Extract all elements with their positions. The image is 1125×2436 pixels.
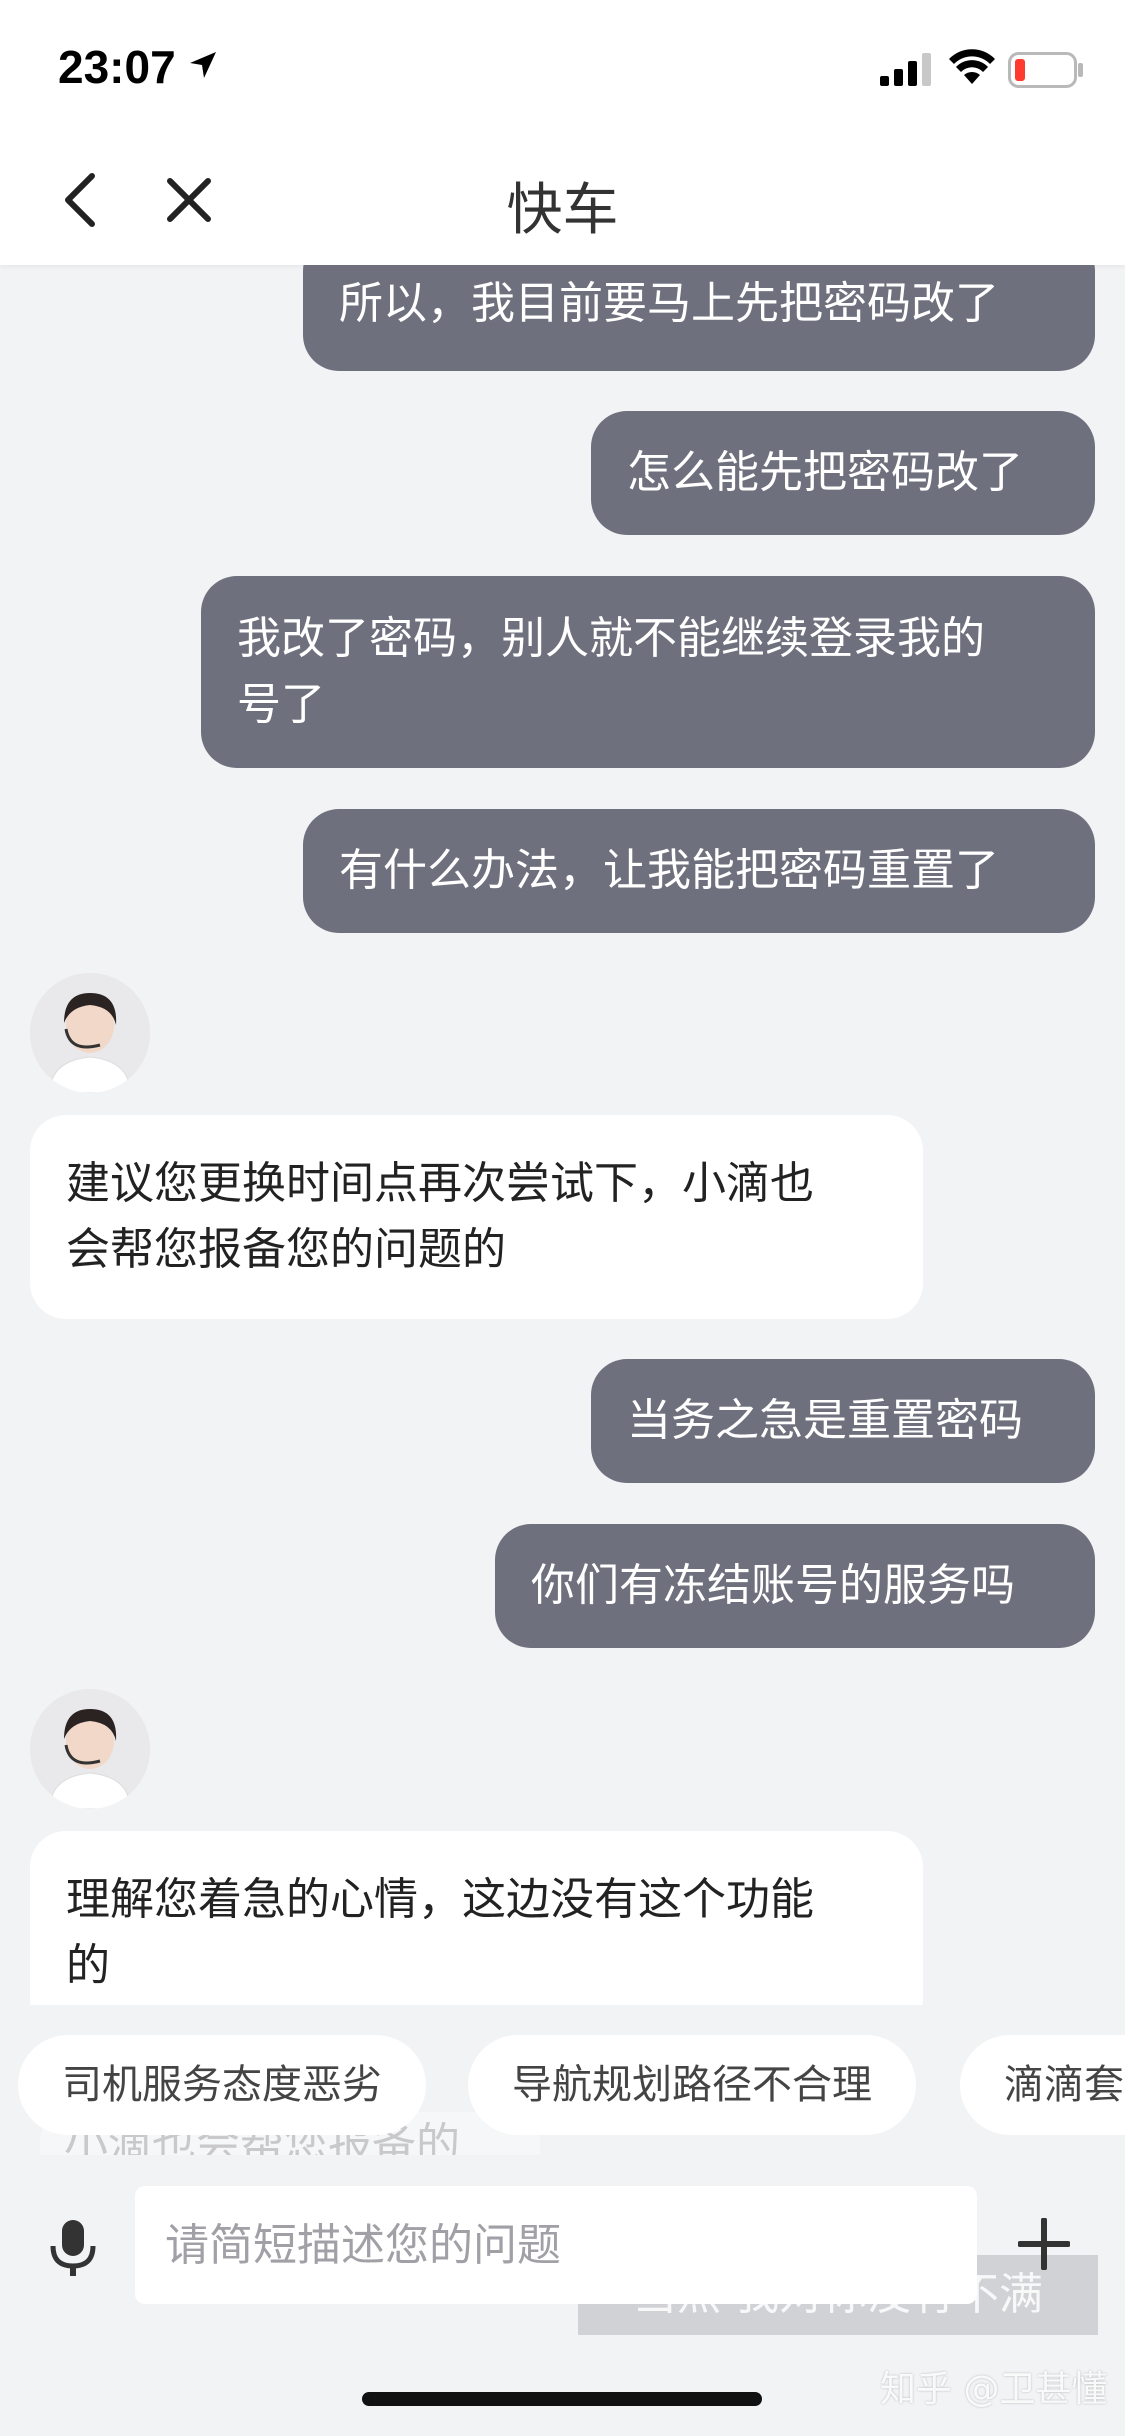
message-text: 理解您着急的心情，这边没有这个功能 xyxy=(66,1874,814,1925)
navigation-bar: 快车 xyxy=(0,135,1125,265)
outgoing-message[interactable]: 怎么能先把密码改了 xyxy=(591,411,1095,535)
incoming-message[interactable]: 理解您着急的心情，这边没有这个功能 的 xyxy=(30,1831,923,2005)
page-title: 快车 xyxy=(506,178,619,243)
location-arrow-icon xyxy=(190,52,216,78)
agent-portrait-icon xyxy=(30,1689,150,1809)
status-bar: 23:07 xyxy=(0,0,1125,135)
plus-icon[interactable] xyxy=(1018,2218,1070,2270)
outgoing-message[interactable]: 所以，我目前要马上先把密码改了 xyxy=(303,265,1095,371)
home-indicator[interactable] xyxy=(362,2392,762,2406)
wifi-icon xyxy=(949,49,995,84)
status-time: 23:07 xyxy=(58,41,176,93)
agent-avatar[interactable] xyxy=(30,973,150,1093)
message-text: 号了 xyxy=(237,679,325,730)
watermark: 知乎 @卫甚懂 xyxy=(880,2369,1108,2410)
quick-reply-chip[interactable]: 导航规划路径不合理 xyxy=(468,2035,916,2135)
quick-reply-chip[interactable]: 司机服务态度恶劣 xyxy=(18,2035,426,2135)
outgoing-message[interactable]: 当务之急是重置密码 xyxy=(591,1359,1095,1483)
message-input[interactable] xyxy=(135,2186,977,2304)
message-text: 你们有冻结账号的服务吗 xyxy=(531,1560,1015,1611)
outgoing-message[interactable]: 我改了密码，别人就不能继续登录我的 号了 xyxy=(201,576,1095,768)
message-text: 有什么办法，让我能把密码重置了 xyxy=(339,845,999,896)
message-text: 当务之急是重置密码 xyxy=(627,1395,1023,1446)
message-text: 怎么能先把密码改了 xyxy=(627,447,1023,498)
microphone-icon[interactable] xyxy=(48,2218,98,2278)
cellular-signal-icon xyxy=(880,53,931,86)
incoming-message[interactable]: 建议您更换时间点再次尝试下，小滴也 会帮您报备您的问题的 xyxy=(30,1115,923,1319)
message-text: 我改了密码，别人就不能继续登录我的 xyxy=(237,613,985,664)
chat-message-list[interactable]: 所以，我目前要马上先把密码改了 怎么能先把密码改了 我改了密码，别人就不能继续登… xyxy=(0,265,1125,2005)
agent-portrait-icon xyxy=(30,973,150,1093)
message-text: 建议您更换时间点再次尝试下，小滴也 xyxy=(66,1158,814,1209)
outgoing-message[interactable]: 你们有冻结账号的服务吗 xyxy=(495,1524,1095,1648)
message-text: 会帮您报备您的问题的 xyxy=(66,1224,506,1275)
agent-avatar[interactable] xyxy=(30,1689,150,1809)
quick-reply-chip[interactable]: 滴滴套 xyxy=(960,2035,1125,2135)
outgoing-message[interactable]: 有什么办法，让我能把密码重置了 xyxy=(303,809,1095,933)
message-text: 所以，我目前要马上先把密码改了 xyxy=(339,278,999,329)
battery-icon xyxy=(1008,52,1083,88)
message-text: 的 xyxy=(66,1940,110,1991)
